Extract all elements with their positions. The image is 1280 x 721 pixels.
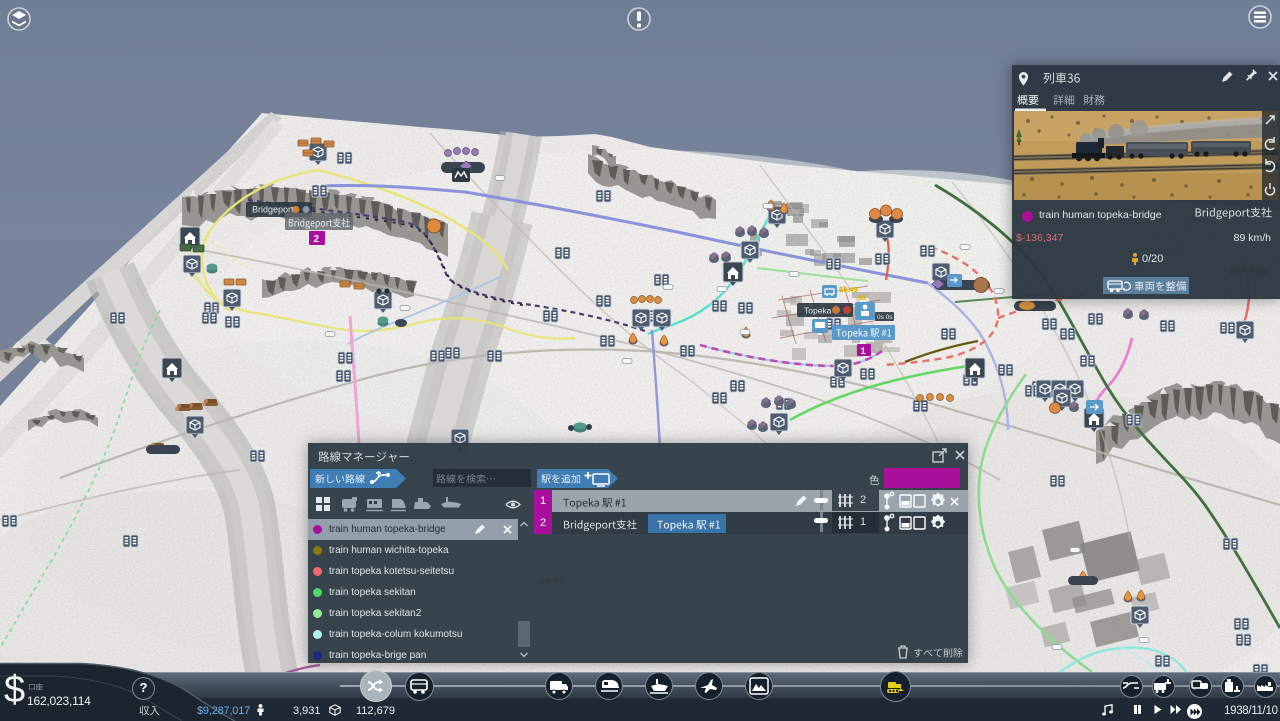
svg-text:0s 0s: 0s 0s bbox=[877, 314, 893, 321]
svg-text:$6.49: $6.49 bbox=[839, 285, 858, 294]
svg-text:00: 00 bbox=[858, 295, 866, 302]
